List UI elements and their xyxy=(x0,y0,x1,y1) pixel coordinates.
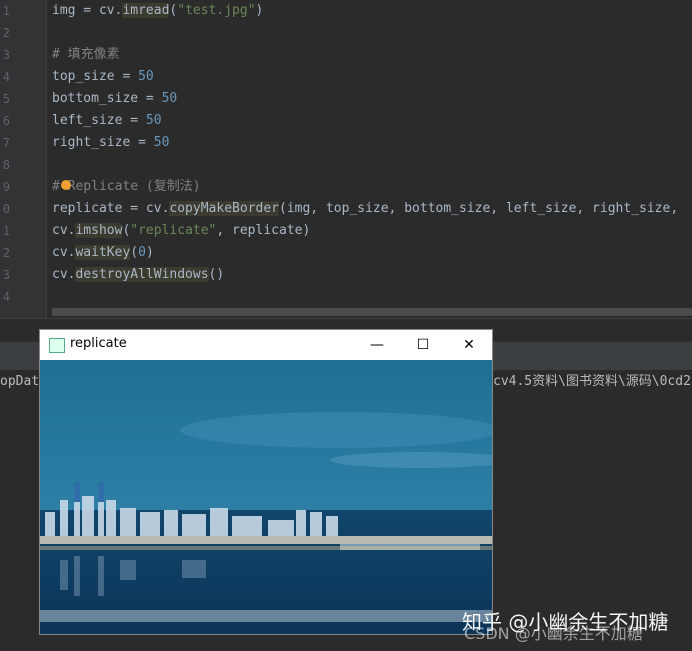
code-token: 0 xyxy=(138,245,146,260)
code-line[interactable]: right_size = 50 xyxy=(52,132,169,154)
line-number: 9 xyxy=(2,180,10,194)
code-token: 50 xyxy=(145,113,162,128)
line-number: 0 xyxy=(2,202,10,216)
code-line[interactable]: top_size = 50 xyxy=(52,66,154,88)
code-token: ( xyxy=(130,245,139,260)
code-token: # Replicate (复制法) xyxy=(52,179,201,194)
code-token: (img, top_size, bottom_size, left_size, … xyxy=(278,201,679,216)
window-title: replicate xyxy=(70,336,127,351)
line-number: 3 xyxy=(2,268,10,282)
code-token: replicate = cv. xyxy=(52,201,170,216)
line-number: 2 xyxy=(2,26,10,40)
code-token: cv. xyxy=(52,267,76,282)
code-token: imread xyxy=(122,3,170,18)
minimize-button[interactable]: — xyxy=(354,330,400,360)
code-token: 50 xyxy=(138,69,154,84)
code-token: "test.jpg" xyxy=(177,3,256,18)
code-token: img = cv. xyxy=(52,3,123,18)
image-window[interactable]: replicate — ☐ ✕ xyxy=(40,330,492,634)
code-token: top_size = xyxy=(52,69,139,84)
line-number: 7 xyxy=(2,136,10,150)
line-number: 3 xyxy=(2,48,10,62)
maximize-button[interactable]: ☐ xyxy=(400,330,446,360)
code-token: , replicate) xyxy=(216,223,311,238)
code-token: # 填充像素 xyxy=(52,47,120,62)
line-number: 4 xyxy=(2,70,10,84)
code-line[interactable]: img = cv.imread("test.jpg") xyxy=(52,0,263,22)
line-number-gutter: 1 2 3 4 5 6 7 8 9 0 1 2 3 4 xyxy=(0,0,47,318)
code-token: ) xyxy=(255,3,264,18)
code-line[interactable]: replicate = cv.copyMakeBorder(img, top_s… xyxy=(52,198,678,220)
line-number: 1 xyxy=(2,4,10,18)
line-number: 6 xyxy=(2,114,10,128)
code-token: 50 xyxy=(161,91,178,106)
code-line[interactable]: cv.imshow("replicate", replicate) xyxy=(52,220,310,242)
city-skyline-image xyxy=(40,360,492,634)
code-line[interactable]: cv.waitKey(0) xyxy=(52,242,154,264)
code-token: copyMakeBorder xyxy=(169,201,279,216)
code-token: right_size = xyxy=(52,135,154,150)
code-token: destroyAllWindows xyxy=(75,267,209,282)
code-line[interactable]: cv.destroyAllWindows() xyxy=(52,264,224,286)
lightbulb-icon[interactable] xyxy=(61,180,71,190)
app-icon xyxy=(49,338,65,353)
code-token: imshow xyxy=(75,223,123,238)
close-button[interactable]: ✕ xyxy=(446,330,492,360)
code-token: waitKey xyxy=(75,245,131,260)
watermark-sub: CSDN @小幽余生不加糖 xyxy=(464,624,643,643)
code-editor[interactable]: 12345678901234 img = cv.imread("test.jpg… xyxy=(0,0,692,318)
code-token: cv. xyxy=(52,223,76,238)
line-number: 1 xyxy=(2,224,10,238)
horizontal-scrollbar[interactable] xyxy=(52,308,692,316)
line-number: 2 xyxy=(2,246,10,260)
displayed-image xyxy=(40,360,492,634)
line-number: 5 xyxy=(2,92,10,106)
code-token: "replicate" xyxy=(130,223,217,238)
minimize-icon: — xyxy=(370,337,384,353)
code-token: 50 xyxy=(153,135,170,150)
code-token: left_size = xyxy=(52,113,146,128)
window-titlebar[interactable]: replicate — ☐ ✕ xyxy=(40,330,492,360)
line-number: 8 xyxy=(2,158,10,172)
code-token: () xyxy=(208,267,225,282)
code-line[interactable]: # 填充像素 xyxy=(52,44,120,66)
close-icon: ✕ xyxy=(463,337,475,353)
code-line[interactable]: bottom_size = 50 xyxy=(52,88,177,110)
console-path-right: cv4.5资料\图书资料\源码\0cd2 xyxy=(493,374,691,389)
code-token: ) xyxy=(145,245,154,260)
code-line[interactable]: # Replicate (复制法) xyxy=(52,176,201,198)
line-number: 4 xyxy=(2,290,10,304)
maximize-icon: ☐ xyxy=(416,337,430,353)
code-token: bottom_size = xyxy=(52,91,162,106)
code-token: cv. xyxy=(52,245,76,260)
code-line[interactable]: left_size = 50 xyxy=(52,110,162,132)
